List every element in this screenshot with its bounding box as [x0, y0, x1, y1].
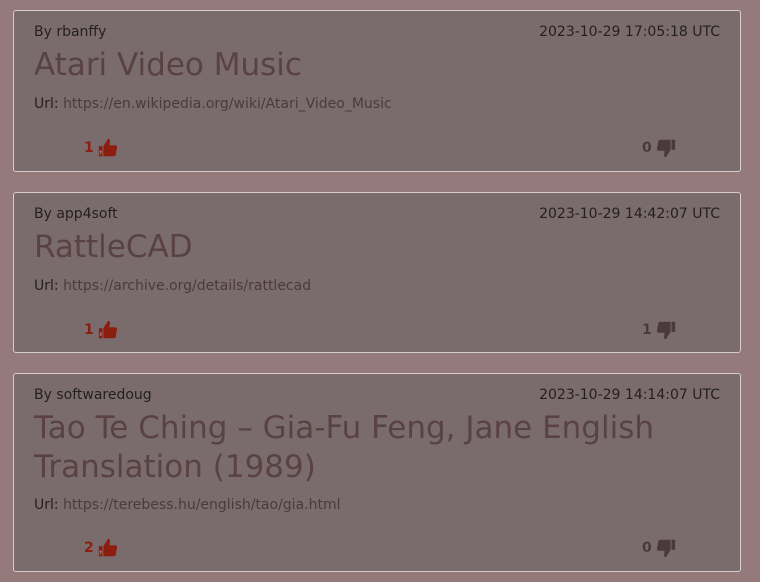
- post-url-row: Url: https://terebess.hu/english/tao/gia…: [34, 497, 341, 513]
- downvote-count: 0: [642, 540, 652, 556]
- downvote-button[interactable]: 0: [642, 537, 677, 559]
- downvote-count: 0: [642, 140, 652, 156]
- post-url-link[interactable]: https://terebess.hu/english/tao/gia.html: [63, 497, 340, 513]
- upvote-count: 1: [84, 140, 94, 156]
- post-url-row: Url: https://archive.org/details/rattlec…: [34, 278, 311, 294]
- post-feed: By rbanffy 2023-10-29 17:05:18 UTC Atari…: [0, 0, 760, 582]
- post-card: By rbanffy 2023-10-29 17:05:18 UTC Atari…: [13, 10, 741, 172]
- post-author: By rbanffy: [34, 24, 107, 40]
- thumbs-down-icon: [655, 537, 677, 559]
- post-author: By app4soft: [34, 206, 118, 222]
- post-title[interactable]: Tao Te Ching – Gia-Fu Feng, Jane English…: [34, 409, 674, 487]
- upvote-count: 1: [84, 322, 94, 338]
- thumbs-up-icon: [97, 319, 119, 341]
- post-url-row: Url: https://en.wikipedia.org/wiki/Atari…: [34, 96, 392, 112]
- post-card: By softwaredoug 2023-10-29 14:14:07 UTC …: [13, 373, 741, 572]
- post-date: 2023-10-29 14:14:07 UTC: [539, 387, 720, 403]
- url-label: Url:: [34, 497, 64, 513]
- downvote-count: 1: [642, 322, 652, 338]
- post-title[interactable]: Atari Video Music: [34, 46, 674, 85]
- thumbs-up-icon: [97, 537, 119, 559]
- upvote-button[interactable]: 2: [84, 537, 119, 559]
- post-date: 2023-10-29 17:05:18 UTC: [539, 24, 720, 40]
- upvote-button[interactable]: 1: [84, 137, 119, 159]
- url-label: Url:: [34, 278, 64, 294]
- post-title[interactable]: RattleCAD: [34, 228, 674, 267]
- upvote-count: 2: [84, 540, 94, 556]
- upvote-button[interactable]: 1: [84, 319, 119, 341]
- downvote-button[interactable]: 1: [642, 319, 677, 341]
- url-label: Url:: [34, 96, 64, 112]
- post-date: 2023-10-29 14:42:07 UTC: [539, 206, 720, 222]
- post-url-link[interactable]: https://archive.org/details/rattlecad: [63, 278, 311, 294]
- post-author: By softwaredoug: [34, 387, 152, 403]
- downvote-button[interactable]: 0: [642, 137, 677, 159]
- thumbs-up-icon: [97, 137, 119, 159]
- thumbs-down-icon: [655, 137, 677, 159]
- thumbs-down-icon: [655, 319, 677, 341]
- post-card: By app4soft 2023-10-29 14:42:07 UTC Ratt…: [13, 192, 741, 353]
- post-url-link[interactable]: https://en.wikipedia.org/wiki/Atari_Vide…: [63, 96, 392, 112]
